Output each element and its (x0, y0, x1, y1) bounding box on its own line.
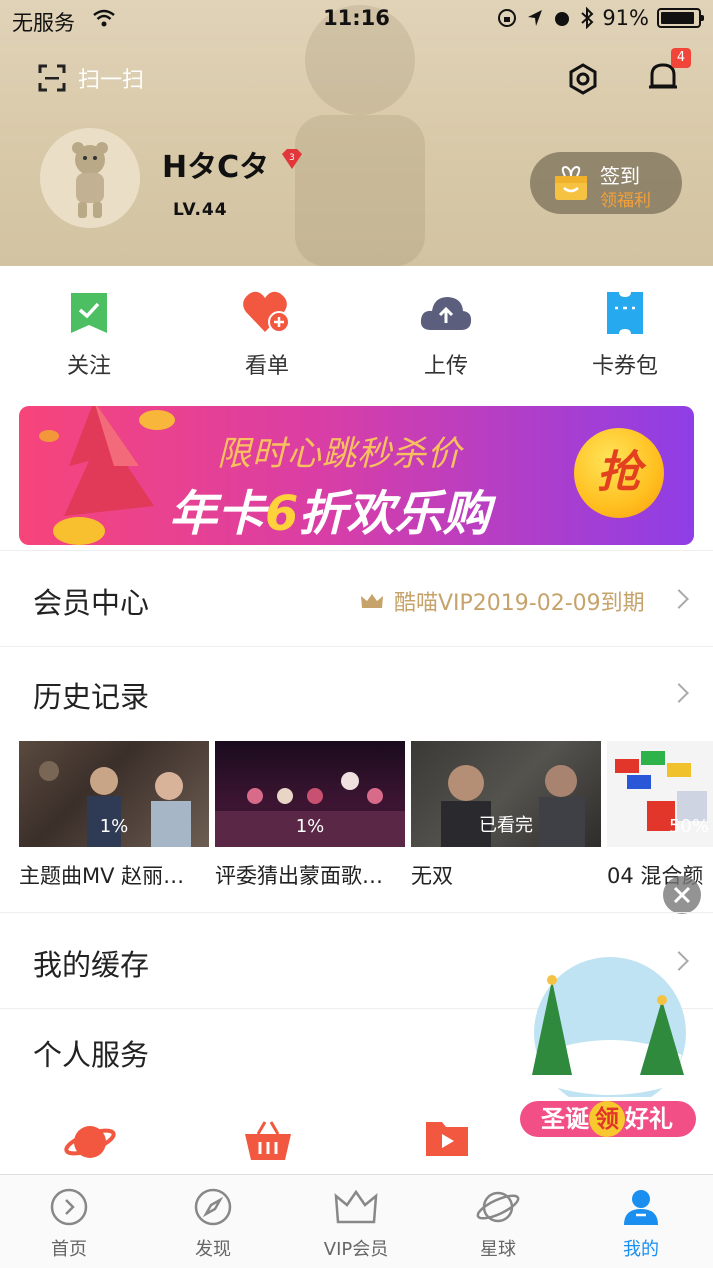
promo-text-c: 好礼 (625, 1105, 673, 1133)
bear-avatar-icon (72, 142, 108, 218)
divider (0, 550, 713, 551)
basket-service-icon[interactable] (243, 1118, 293, 1162)
christmas-promo-text: 圣诞领好礼 (512, 1101, 702, 1137)
history-progress: 已看完 (479, 815, 533, 836)
promo-text-a: 圣诞 (541, 1105, 589, 1133)
location-icon (528, 10, 543, 26)
checkin-label: 签到 (600, 164, 640, 188)
scan-button[interactable]: 扫一扫 (38, 62, 144, 94)
chevron-right-icon (669, 683, 689, 703)
history-thumb[interactable]: 已看完 (411, 741, 601, 847)
home-icon (50, 1188, 88, 1226)
tab-bar: 首页 发现 VIP会员 星球 我的 (0, 1174, 713, 1268)
profile-page: 无服务 11:16 91% 扫一扫 4 HタCタ 3 LV.44 签到 领福利 … (0, 0, 713, 1268)
banner-offer: 年卡6折欢乐购 (169, 474, 490, 544)
quick-coupon[interactable]: 卡券包 (565, 288, 685, 380)
quick-watchlist-label: 看单 (244, 354, 289, 379)
tab-discover[interactable]: 发现 (158, 1185, 268, 1261)
scan-icon (38, 64, 66, 92)
user-level: LV.44 (173, 200, 228, 220)
quick-follow[interactable]: 关注 (29, 288, 149, 380)
tab-discover-label: 发现 (195, 1239, 231, 1260)
promo-text-b: 领 (595, 1105, 619, 1133)
crown-icon (361, 594, 383, 608)
vip-expiry-text: 酷喵VIP2019-02-09到期 (394, 591, 645, 616)
tab-vip-label: VIP会员 (323, 1239, 389, 1260)
christmas-tree-icon (39, 406, 175, 545)
checkin-button[interactable]: 签到 领福利 (530, 152, 682, 214)
settings-icon[interactable] (566, 62, 600, 96)
watchlist-icon (243, 291, 290, 333)
history-thumb[interactable]: 50% (607, 741, 713, 847)
history-progress: 1% (295, 816, 325, 837)
quick-coupon-label: 卡券包 (591, 354, 658, 379)
video-folder-service-icon[interactable] (424, 1118, 470, 1158)
history-progress: 1% (99, 816, 129, 837)
banner-offer-b: 折欢乐购 (298, 486, 491, 542)
crown-icon (334, 1189, 378, 1224)
history-item-title[interactable]: 主题曲MV 赵丽… (19, 860, 209, 890)
divider (0, 912, 713, 913)
profile-icon (624, 1190, 658, 1225)
notification-badge: 4 (671, 48, 691, 68)
follow-icon (71, 293, 107, 333)
tab-planet-label: 星球 (480, 1239, 516, 1260)
promo-banner[interactable]: 限时心跳秒杀价 年卡6折欢乐购 抢 (19, 406, 694, 545)
planet-icon (476, 1191, 520, 1223)
scan-label: 扫一扫 (78, 68, 145, 93)
status-bar: 无服务 11:16 91% (0, 0, 713, 40)
tab-mine[interactable]: 我的 (586, 1185, 696, 1261)
banner-offer-a: 年卡 (169, 486, 266, 542)
vip-expiry[interactable]: 酷喵VIP2019-02-09到期 (360, 585, 645, 617)
tab-mine-label: 我的 (623, 1239, 659, 1260)
rotation-lock-icon (498, 9, 517, 27)
battery-percent: 91% (602, 6, 649, 30)
close-promo-button[interactable] (663, 876, 701, 914)
bluetooth-icon (581, 7, 594, 29)
quick-upload[interactable]: 上传 (386, 288, 506, 380)
banner-headline: 限时心跳秒杀价 (217, 434, 462, 474)
tab-home[interactable]: 首页 (14, 1185, 124, 1261)
quick-follow-label: 关注 (66, 354, 111, 379)
status-indicators: 91% (496, 6, 704, 30)
services-title: 个人服务 (33, 1038, 150, 1072)
coupon-icon (607, 292, 643, 334)
planet-service-icon[interactable] (64, 1118, 116, 1162)
upload-icon (420, 297, 472, 330)
history-item-title[interactable]: 无双 (411, 860, 601, 890)
alarm-icon (555, 12, 570, 26)
profile-header: 无服务 11:16 91% 扫一扫 4 HタCタ 3 LV.44 签到 领福利 (0, 0, 713, 266)
quick-actions: 关注 看单 上传 卡券包 (0, 266, 713, 398)
history-item-title[interactable]: 评委猜出蒙面歌… (215, 860, 405, 890)
close-icon (673, 886, 691, 904)
compass-icon (194, 1188, 232, 1226)
history-thumb[interactable]: 1% (19, 741, 209, 847)
member-center-title[interactable]: 会员中心 (33, 580, 149, 622)
chevron-right-icon (669, 589, 689, 609)
checkin-sub-label: 领福利 (600, 191, 651, 211)
tab-planet[interactable]: 星球 (443, 1185, 553, 1261)
avatar[interactable] (40, 128, 140, 228)
divider (0, 646, 713, 647)
quick-upload-label: 上传 (423, 354, 468, 379)
battery-icon (657, 8, 704, 28)
quick-watchlist[interactable]: 看单 (207, 288, 327, 380)
grab-button[interactable]: 抢 (574, 428, 664, 518)
username[interactable]: HタCタ (162, 142, 269, 186)
history-progress: 50% (668, 816, 709, 837)
tab-home-label: 首页 (51, 1239, 87, 1260)
tab-vip[interactable]: VIP会员 (301, 1185, 411, 1261)
christmas-promo-float[interactable]: 圣诞领好礼 (512, 955, 702, 1145)
vip-badge-level: 3 (289, 153, 295, 163)
history-title[interactable]: 历史记录 (33, 674, 149, 716)
banner-offer-number: 6 (265, 486, 299, 542)
vip-diamond-badge-icon: 3 (282, 149, 302, 169)
cache-title[interactable]: 我的缓存 (33, 942, 149, 984)
gift-icon (555, 165, 587, 200)
history-thumb[interactable]: 1% (215, 741, 405, 847)
